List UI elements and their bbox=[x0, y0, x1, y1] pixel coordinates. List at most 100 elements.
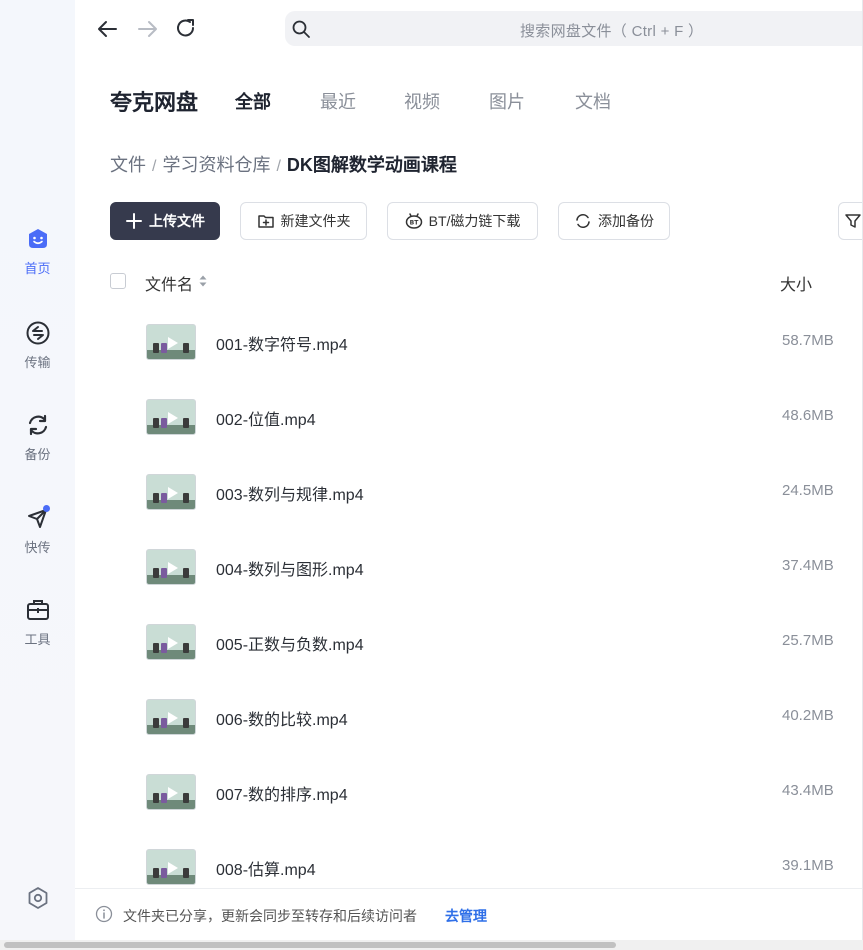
column-header-size[interactable]: 大小 bbox=[780, 271, 812, 295]
video-thumbnail bbox=[146, 399, 196, 435]
upload-file-label: 上传文件 bbox=[149, 213, 205, 229]
file-size: 39.1MB bbox=[782, 857, 834, 874]
search-input[interactable]: 搜索网盘文件（ Ctrl + F ） bbox=[285, 11, 863, 46]
file-name: 005-正数与负数.mp4 bbox=[216, 637, 364, 654]
app-title: 夸克网盘 bbox=[110, 90, 199, 115]
video-thumbnail bbox=[146, 699, 196, 735]
add-backup-button[interactable]: 添加备份 bbox=[558, 202, 670, 240]
quick-send-icon bbox=[27, 505, 50, 528]
thumbnail-figure bbox=[183, 343, 189, 353]
plus-icon bbox=[126, 213, 142, 229]
video-thumbnail bbox=[146, 774, 196, 810]
tab-images[interactable]: 图片 bbox=[489, 88, 525, 114]
upload-file-button[interactable]: 上传文件 bbox=[110, 202, 220, 240]
play-icon bbox=[168, 637, 178, 649]
manage-share-link[interactable]: 去管理 bbox=[445, 906, 487, 926]
table-row[interactable]: 006-数的比较.mp4 40.2MB bbox=[110, 699, 863, 774]
table-header: 文件名 大小 bbox=[110, 263, 863, 299]
table-row[interactable]: 007-数的排序.mp4 43.4MB bbox=[110, 774, 863, 849]
settings-icon[interactable] bbox=[25, 885, 51, 911]
horizontal-scrollbar[interactable] bbox=[0, 940, 863, 950]
play-icon bbox=[168, 787, 178, 799]
thumbnail-figure bbox=[161, 493, 167, 503]
refresh-icon[interactable] bbox=[173, 16, 199, 42]
share-notice-message: 文件夹已分享，更新会同步至转存和后续访问者 bbox=[123, 908, 417, 924]
sidebar-item-home[interactable]: 首页 bbox=[0, 226, 75, 277]
back-arrow-icon[interactable] bbox=[95, 16, 121, 42]
forward-arrow-icon[interactable] bbox=[134, 16, 160, 42]
file-size: 25.7MB bbox=[782, 632, 834, 649]
file-name: 007-数的排序.mp4 bbox=[216, 787, 348, 804]
sidebar-item-label: 工具 bbox=[24, 632, 51, 647]
sidebar-item-quick-send[interactable]: 快传 bbox=[0, 505, 75, 556]
file-name: 008-估算.mp4 bbox=[216, 862, 316, 879]
sort-icon[interactable] bbox=[198, 273, 208, 289]
breadcrumb-item-study-repo[interactable]: 学习资料仓库 bbox=[162, 155, 270, 175]
svg-text:BT: BT bbox=[409, 220, 419, 227]
thumbnail-figure bbox=[153, 418, 159, 428]
sidebar-item-tools[interactable]: 工具 bbox=[0, 597, 75, 648]
thumbnail-figure bbox=[161, 868, 167, 878]
thumbnail-figure bbox=[153, 343, 159, 353]
breadcrumb-separator: / bbox=[152, 158, 157, 175]
file-size: 43.4MB bbox=[782, 782, 834, 799]
column-header-name[interactable]: 文件名 bbox=[145, 271, 193, 295]
play-icon bbox=[168, 487, 178, 499]
sidebar-item-transfer[interactable]: 传输 bbox=[0, 320, 75, 371]
thumbnail-figure bbox=[153, 718, 159, 728]
file-name: 001-数字符号.mp4 bbox=[216, 337, 348, 354]
table-row[interactable]: 004-数列与图形.mp4 37.4MB bbox=[110, 549, 863, 624]
file-size: 37.4MB bbox=[782, 557, 834, 574]
sidebar-item-backup[interactable]: 备份 bbox=[0, 412, 75, 463]
play-icon bbox=[168, 862, 178, 874]
thumbnail-figure bbox=[161, 718, 167, 728]
breadcrumb-item-files[interactable]: 文件 bbox=[110, 155, 146, 175]
file-size: 24.5MB bbox=[782, 482, 834, 499]
video-thumbnail bbox=[146, 324, 196, 360]
info-icon bbox=[95, 905, 113, 923]
select-all-checkbox[interactable] bbox=[110, 273, 126, 289]
new-folder-button[interactable]: 新建文件夹 bbox=[240, 202, 367, 240]
thumbnail-figure bbox=[183, 568, 189, 578]
file-size: 40.2MB bbox=[782, 707, 834, 724]
tab-documents[interactable]: 文档 bbox=[575, 88, 611, 114]
thumbnail-figure bbox=[153, 493, 159, 503]
sidebar-item-label: 备份 bbox=[24, 447, 51, 462]
thumbnail-figure bbox=[161, 343, 167, 353]
table-row[interactable]: 005-正数与负数.mp4 25.7MB bbox=[110, 624, 863, 699]
table-row[interactable]: 001-数字符号.mp4 58.7MB bbox=[110, 324, 863, 399]
sidebar-item-label: 快传 bbox=[24, 540, 51, 555]
tab-all[interactable]: 全部 bbox=[235, 88, 271, 114]
thumbnail-figure bbox=[183, 718, 189, 728]
new-folder-icon bbox=[257, 215, 274, 228]
thumbnail-figure bbox=[153, 643, 159, 653]
play-icon bbox=[168, 562, 178, 574]
bt-download-label: BT/磁力链下载 bbox=[428, 213, 521, 229]
search-icon bbox=[292, 20, 310, 38]
horizontal-scrollbar-thumb[interactable] bbox=[4, 942, 616, 948]
table-row[interactable]: 002-位值.mp4 48.6MB bbox=[110, 399, 863, 474]
tab-recent[interactable]: 最近 bbox=[320, 88, 356, 114]
thumbnail-figure bbox=[161, 643, 167, 653]
file-name: 006-数的比较.mp4 bbox=[216, 712, 348, 729]
backup-icon bbox=[576, 213, 590, 229]
filter-button[interactable] bbox=[838, 202, 863, 240]
sidebar-item-label: 传输 bbox=[24, 355, 51, 370]
search-placeholder: 搜索网盘文件（ Ctrl + F ） bbox=[520, 23, 704, 40]
thumbnail-figure bbox=[183, 418, 189, 428]
thumbnail-figure bbox=[183, 643, 189, 653]
tab-video[interactable]: 视频 bbox=[404, 88, 440, 114]
bt-magnet-download-button[interactable]: BT BT/磁力链下载 bbox=[387, 202, 538, 240]
video-thumbnail bbox=[146, 849, 196, 885]
breadcrumb-current: DK图解数学动画课程 bbox=[286, 155, 457, 175]
breadcrumb-separator: / bbox=[276, 158, 281, 175]
thumbnail-figure bbox=[161, 568, 167, 578]
table-row[interactable]: 003-数列与规律.mp4 24.5MB bbox=[110, 474, 863, 549]
video-thumbnail bbox=[146, 549, 196, 585]
thumbnail-figure bbox=[153, 568, 159, 578]
thumbnail-figure bbox=[153, 868, 159, 878]
add-backup-label: 添加备份 bbox=[598, 213, 654, 229]
file-size: 58.7MB bbox=[782, 332, 834, 349]
breadcrumb: 文件 / 学习资料仓库 / DK图解数学动画课程 bbox=[110, 151, 457, 177]
sidebar: 首页 传输 备份 快传 工具 bbox=[0, 0, 75, 940]
